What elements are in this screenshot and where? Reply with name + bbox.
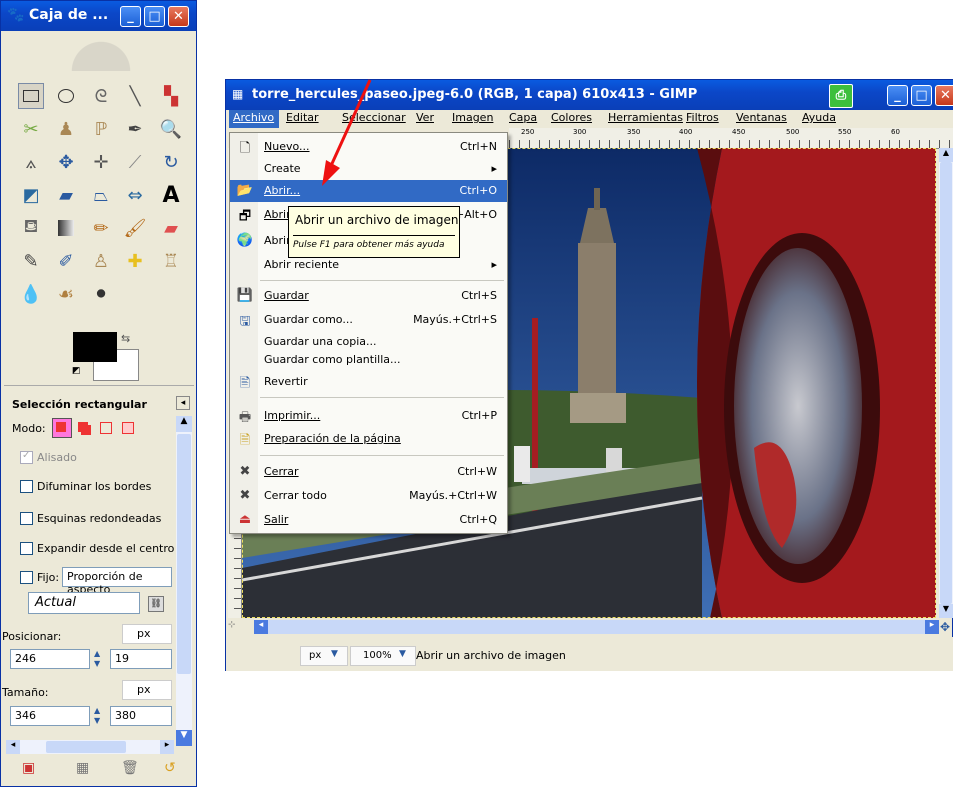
foreground-color-swatch-front[interactable] [73,332,117,362]
annotation-arrow [322,79,372,186]
